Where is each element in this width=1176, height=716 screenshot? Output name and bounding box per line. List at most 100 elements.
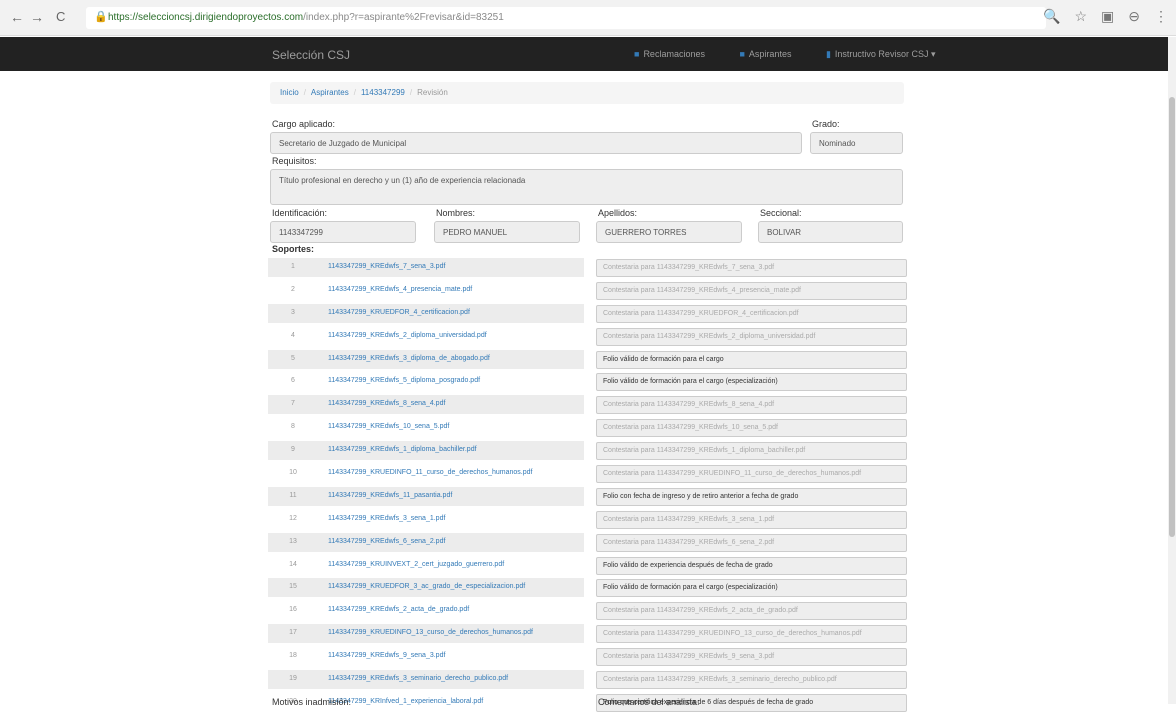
soporte-comment-field[interactable]: Contestaria para 1143347299_KRUEDFOR_4_c… xyxy=(596,304,907,323)
soporte-file-link[interactable]: 1143347299_KREdwfs_8_sena_4.pdf xyxy=(318,395,584,415)
soporte-row: 4 1143347299_KREdwfs_2_diploma_universida… xyxy=(268,327,908,350)
forward-icon[interactable]: → xyxy=(30,9,44,25)
soporte-file-link[interactable]: 1143347299_KRUEDINFO_11_curso_de_derecho… xyxy=(318,464,584,483)
user-icon: ■ xyxy=(739,49,745,59)
inbox-icon: ■ xyxy=(634,49,640,59)
soporte-comment-field[interactable]: Contestaria para 1143347299_KREdwfs_9_se… xyxy=(596,648,907,667)
seccional-field[interactable]: BOLIVAR xyxy=(758,221,903,243)
url-host: https://seleccioncsj.dirigiendoproyectos… xyxy=(108,12,304,23)
soporte-file-link[interactable]: 1143347299_KRUEDFOR_3_ac_grado_de_especi… xyxy=(318,578,584,598)
zoom-icon[interactable]: 🔍 xyxy=(1043,8,1060,24)
soporte-number: 19 xyxy=(268,670,318,690)
breadcrumb-item[interactable]: Aspirantes xyxy=(311,88,349,97)
soporte-file-link[interactable]: 1143347299_KRUINVEXT_2_cert_juzgado_guer… xyxy=(318,556,584,575)
nav-link-aspirantes[interactable]: ■ Aspirantes xyxy=(739,49,807,59)
soporte-file-link[interactable]: 1143347299_KREdwfs_7_sena_3.pdf xyxy=(318,258,584,277)
soporte-comment-field[interactable]: Contestaria para 1143347299_KREdwfs_2_di… xyxy=(596,327,907,346)
soporte-number: 6 xyxy=(291,377,295,385)
breadcrumb: Inicio / Aspirantes / 1143347299 / Revisión xyxy=(270,82,904,104)
soporte-row: 7 1143347299_KREdwfs_8_sena_4.pdf Contesta… xyxy=(268,395,908,418)
cargo-field[interactable]: Secretario de Juzgado de Municipal xyxy=(270,132,802,154)
soporte-comment-field[interactable]: Contestaria para 1143347299_KREdwfs_7_se… xyxy=(596,259,907,277)
soporte-row: 2 1143347299_KREdwfs_4_presencia_mate.pdf… xyxy=(268,281,908,304)
soporte-comment-field[interactable]: Contestaria para 1143347299_KREdwfs_4_pr… xyxy=(596,281,907,300)
nombres-field[interactable]: PEDRO MANUEL xyxy=(434,221,580,243)
soportes-list: 1 1143347299_KREdwfs_7_sena_3.pdf Contesta… xyxy=(268,258,908,716)
soporte-comment-field[interactable]: Folio válido de formación para el cargo … xyxy=(596,373,907,392)
soporte-number: 8 xyxy=(291,423,295,431)
soporte-file-link[interactable]: 1143347299_KREdwfs_1_diploma_bachiller.p… xyxy=(318,441,584,461)
breadcrumb-item[interactable]: 1143347299 xyxy=(361,88,405,97)
address-bar[interactable]: 🔒 https://seleccioncsj.dirigiendoproyect… xyxy=(86,7,1046,29)
soporte-file-link[interactable]: 1143347299_KREdwfs_2_acta_de_grado.pdf xyxy=(318,601,584,620)
soporte-file-link[interactable]: 1143347299_KREdwfs_9_sena_3.pdf xyxy=(318,647,584,666)
comentarios-label: Comentarios del analista: xyxy=(598,697,700,707)
soporte-row: 3 1143347299_KRUEDFOR_4_certificacion.pdf… xyxy=(268,303,908,327)
soporte-number: 7 xyxy=(268,395,318,415)
person-icon: ▮ xyxy=(825,49,831,59)
soporte-file-link[interactable]: 1143347299_KREdwfs_10_sena_5.pdf xyxy=(318,418,584,437)
page-scrollbar[interactable] xyxy=(1168,37,1176,704)
soporte-comment-field[interactable]: Contestaria para 1143347299_KREdwfs_6_se… xyxy=(596,533,907,552)
soporte-file-link[interactable]: 1143347299_KREdwfs_5_diploma_posgrado.pd… xyxy=(318,372,584,391)
soporte-file-link[interactable]: 1143347299_KRUEDFOR_4_certificacion.pdf xyxy=(318,303,584,323)
star-icon[interactable]: ☆ xyxy=(1074,8,1087,24)
nav-link-label: Instructivo Revisor CSJ ▾ xyxy=(834,49,936,59)
soporte-comment-field[interactable]: Contestaria para 1143347299_KREdwfs_1_di… xyxy=(596,442,907,461)
soporte-number: 1 xyxy=(268,258,318,277)
requisitos-textarea[interactable]: Título profesional en derecho y un (1) a… xyxy=(270,169,903,205)
soporte-number: 12 xyxy=(289,514,297,522)
soporte-row: 10 1143347299_KRUEDINFO_11_curso_de_derec… xyxy=(268,464,908,487)
soporte-comment-field[interactable]: Contestaria para 1143347299_KRUEDINFO_11… xyxy=(596,465,907,484)
soporte-file-link[interactable]: 1143347299_KREdwfs_11_pasantia.pdf xyxy=(318,486,584,506)
grado-field[interactable]: Nominado xyxy=(810,132,903,154)
extension-icon[interactable]: ▣ xyxy=(1101,8,1114,24)
nav-link-user-menu[interactable]: ▮ Instructivo Revisor CSJ ▾ xyxy=(826,49,952,59)
nav-link-reclamaciones[interactable]: ■ Reclamaciones xyxy=(634,49,721,59)
soporte-file-link[interactable]: 1143347299_KRUEDINFO_13_curso_de_derecho… xyxy=(318,624,584,644)
soporte-number: 2 xyxy=(291,285,295,293)
soporte-comment-field[interactable]: Contestaria para 1143347299_KREdwfs_2_ac… xyxy=(596,602,907,621)
apellidos-field[interactable]: GUERRERO TORRES xyxy=(596,221,742,243)
soporte-file-link[interactable]: 1143347299_KREdwfs_3_seminario_derecho_p… xyxy=(318,670,584,690)
soporte-file-link[interactable]: 1143347299_KRInfved_1_experiencia_labora… xyxy=(318,693,584,712)
back-icon[interactable]: ← xyxy=(10,9,24,25)
menu-icon[interactable]: ⋮ xyxy=(1154,8,1168,24)
soporte-row: 11 1143347299_KREdwfs_11_pasantia.pdf Foli… xyxy=(268,486,908,510)
soporte-file-link[interactable]: 1143347299_KREdwfs_6_sena_2.pdf xyxy=(318,532,584,552)
soporte-row: 18 1143347299_KREdwfs_9_sena_3.pdf Contest… xyxy=(268,647,908,670)
scrollbar-thumb[interactable] xyxy=(1169,97,1175,537)
soporte-comment-field[interactable]: Contestaria para 1143347299_KREdwfs_3_se… xyxy=(596,510,907,529)
soporte-number: 11 xyxy=(268,486,318,506)
soporte-comment-field[interactable]: Contestaria para 1143347299_KREdwfs_8_se… xyxy=(596,396,907,415)
soporte-comment-field[interactable]: Contestaria para 1143347299_KRUEDINFO_13… xyxy=(596,625,907,644)
identificacion-field[interactable]: 1143347299 xyxy=(270,221,416,243)
soporte-comment-field[interactable]: Contestaria para 1143347299_KREdwfs_3_se… xyxy=(596,671,907,690)
soporte-comment-field[interactable]: Folio con fecha de ingreso y de retiro a… xyxy=(596,487,907,506)
reload-icon[interactable]: C xyxy=(56,9,65,24)
soporte-comment-field[interactable]: Folio válido de formación para el cargo xyxy=(596,350,907,369)
nav-link-label: Reclamaciones xyxy=(643,49,705,59)
soporte-file-link[interactable]: 1143347299_KREdwfs_4_presencia_mate.pdf xyxy=(318,281,584,300)
soporte-comment-field[interactable]: Contestaria para 1143347299_KREdwfs_10_s… xyxy=(596,419,907,438)
soporte-file-link[interactable]: 1143347299_KREdwfs_3_sena_1.pdf xyxy=(318,510,584,529)
soporte-number: 17 xyxy=(268,624,318,644)
account-icon[interactable]: ⊖ xyxy=(1128,8,1140,24)
soporte-number: 4 xyxy=(291,331,295,339)
soporte-file-link[interactable]: 1143347299_KREdwfs_3_diploma_de_abogado.… xyxy=(318,349,584,369)
soportes-label: Soportes: xyxy=(272,244,315,254)
soporte-row: 13 1143347299_KREdwfs_6_sena_2.pdf Contest… xyxy=(268,532,908,556)
soporte-comment-field[interactable]: Folio válido de formación para el cargo … xyxy=(596,579,907,598)
breadcrumb-separator: / xyxy=(303,88,306,97)
soporte-row: 20 1143347299_KRInfved_1_experiencia_labo… xyxy=(268,693,908,716)
cargo-label: Cargo aplicado: xyxy=(272,119,336,129)
nav-link-label: Aspirantes xyxy=(748,49,792,59)
browser-toolbar: ← → C 🔒 https://seleccioncsj.dirigiendop… xyxy=(0,0,1176,36)
soporte-file-link[interactable]: 1143347299_KREdwfs_2_diploma_universidad… xyxy=(318,327,584,346)
navbar-brand[interactable]: Selección CSJ xyxy=(272,48,350,62)
soporte-comment-field[interactable]: Folio válido de experiencia después de f… xyxy=(596,556,907,575)
soporte-row: 17 1143347299_KRUEDINFO_13_curso_de_derec… xyxy=(268,624,908,647)
soporte-number: 14 xyxy=(289,560,297,568)
soporte-row: 15 1143347299_KRUEDFOR_3_ac_grado_de_espe… xyxy=(268,578,908,601)
breadcrumb-item[interactable]: Inicio xyxy=(280,88,299,97)
